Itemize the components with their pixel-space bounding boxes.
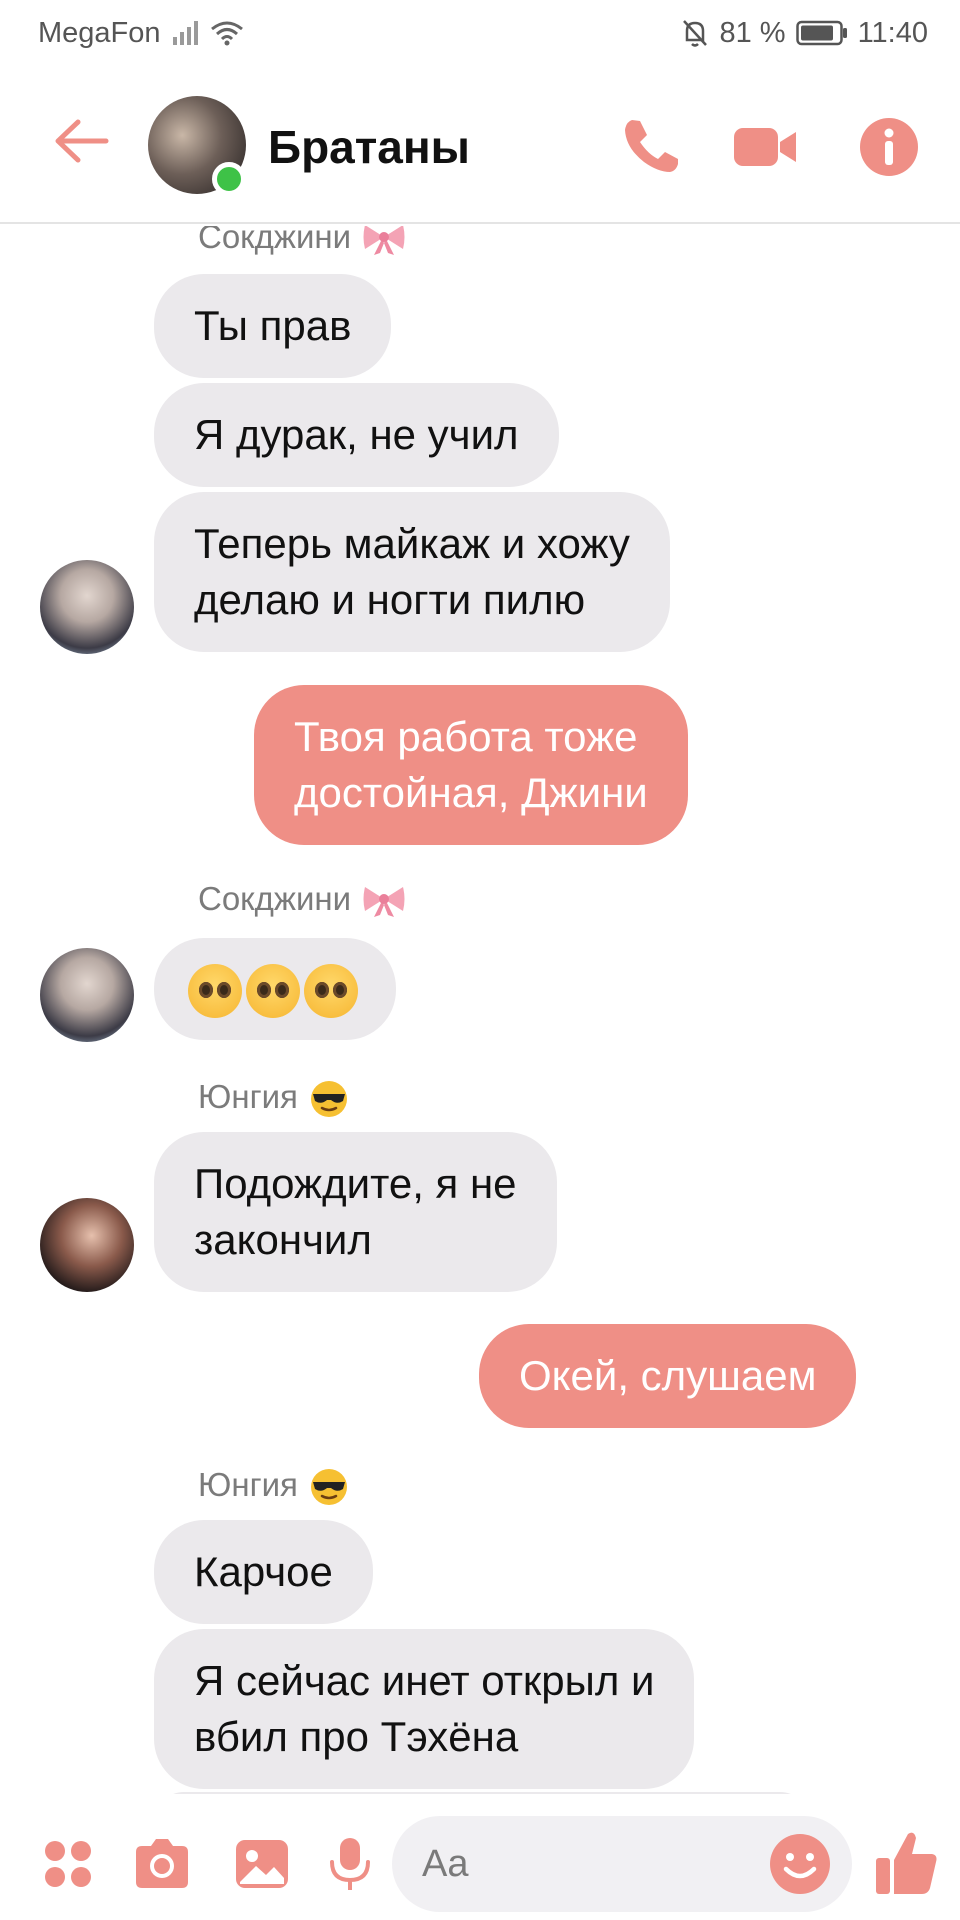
sender-name: Юнгия <box>198 1466 349 1507</box>
online-status-dot <box>212 162 246 196</box>
incoming-message-bubble[interactable]: Теперь майкаж и хожу делаю и ногти пилю <box>154 492 670 652</box>
incoming-message-bubble[interactable]: Я сейчас инет открыл и вбил про Тэхёна <box>154 1629 695 1789</box>
incoming-message-bubble[interactable]: Я дурак, не учил <box>154 383 559 487</box>
video-call-icon[interactable] <box>732 114 798 180</box>
thumbs-up-icon[interactable] <box>874 1828 940 1898</box>
message-text: Окей, слушаем <box>519 1352 817 1399</box>
back-arrow-icon[interactable] <box>50 116 110 166</box>
incoming-message-bubble[interactable] <box>154 1792 810 1794</box>
message-text: Карчое <box>194 1548 333 1595</box>
bell-off-icon <box>683 20 708 47</box>
clock: 11:40 <box>857 16 928 49</box>
info-icon[interactable] <box>856 114 922 180</box>
emoji-picker-icon[interactable] <box>768 1832 832 1896</box>
message-text-line: Теперь майкаж и хожу <box>194 520 630 567</box>
chat-title[interactable]: Братаны <box>268 120 470 174</box>
battery-icon <box>795 20 847 46</box>
gallery-image-icon[interactable] <box>232 1834 292 1894</box>
ribbon-emoji <box>363 226 405 256</box>
pleading-face-emoji <box>246 963 300 1018</box>
message-input[interactable] <box>392 1816 692 1912</box>
sender-name: Сокджини <box>198 226 406 257</box>
message-text-line: закончил <box>194 1216 372 1263</box>
sender-avatar[interactable] <box>40 1198 134 1292</box>
message-composer <box>0 1800 960 1920</box>
message-text: Я дурак, не учил <box>194 411 519 458</box>
pleading-face-emoji <box>188 963 242 1018</box>
message-text-line: вбил про Тэхёна <box>194 1713 519 1760</box>
pleading-face-emoji <box>304 963 358 1018</box>
incoming-message-bubble[interactable]: Ты прав <box>154 274 392 378</box>
incoming-message-bubble[interactable]: Карчое <box>154 1520 373 1624</box>
outgoing-message-bubble[interactable]: Твоя работа тоже достойная, Джини <box>254 685 688 845</box>
camera-icon[interactable] <box>132 1834 192 1894</box>
cellular-signal-icon <box>172 21 198 45</box>
sender-name: Сокджини <box>198 880 406 919</box>
ribbon-emoji <box>363 887 405 918</box>
phone-call-icon[interactable] <box>618 114 684 180</box>
wifi-icon <box>210 21 243 46</box>
incoming-message-bubble[interactable]: Подождите, я не закончил <box>154 1132 557 1292</box>
sender-avatar[interactable] <box>40 948 134 1042</box>
message-text: Ты прав <box>194 302 352 349</box>
sender-name: Юнгия <box>198 1078 349 1119</box>
microphone-icon[interactable] <box>320 1834 380 1894</box>
message-text-line: делаю и ногти пилю <box>194 576 586 623</box>
outgoing-message-bubble[interactable]: Окей, слушаем <box>479 1324 857 1428</box>
message-list[interactable]: Сокджини Ты прав Я дурак, не учил Теперь… <box>0 226 960 1794</box>
sunglasses-emoji <box>311 1469 348 1506</box>
apps-grid-icon[interactable] <box>38 1834 98 1894</box>
message-text-line: Твоя работа тоже <box>294 713 638 760</box>
chat-header: Братаны <box>0 66 960 224</box>
sunglasses-emoji <box>311 1081 348 1118</box>
message-text-line: достойная, Джини <box>294 769 648 816</box>
battery-percent: 81 % <box>719 16 786 49</box>
incoming-message-bubble[interactable] <box>154 938 396 1040</box>
carrier-label: MegaFon <box>38 16 161 49</box>
status-bar: MegaFon 81 % 11:40 <box>0 0 960 66</box>
message-text-line: Я сейчас инет открыл и <box>194 1657 655 1704</box>
message-text-line: Подождите, я не <box>194 1160 517 1207</box>
sender-avatar[interactable] <box>40 560 134 654</box>
